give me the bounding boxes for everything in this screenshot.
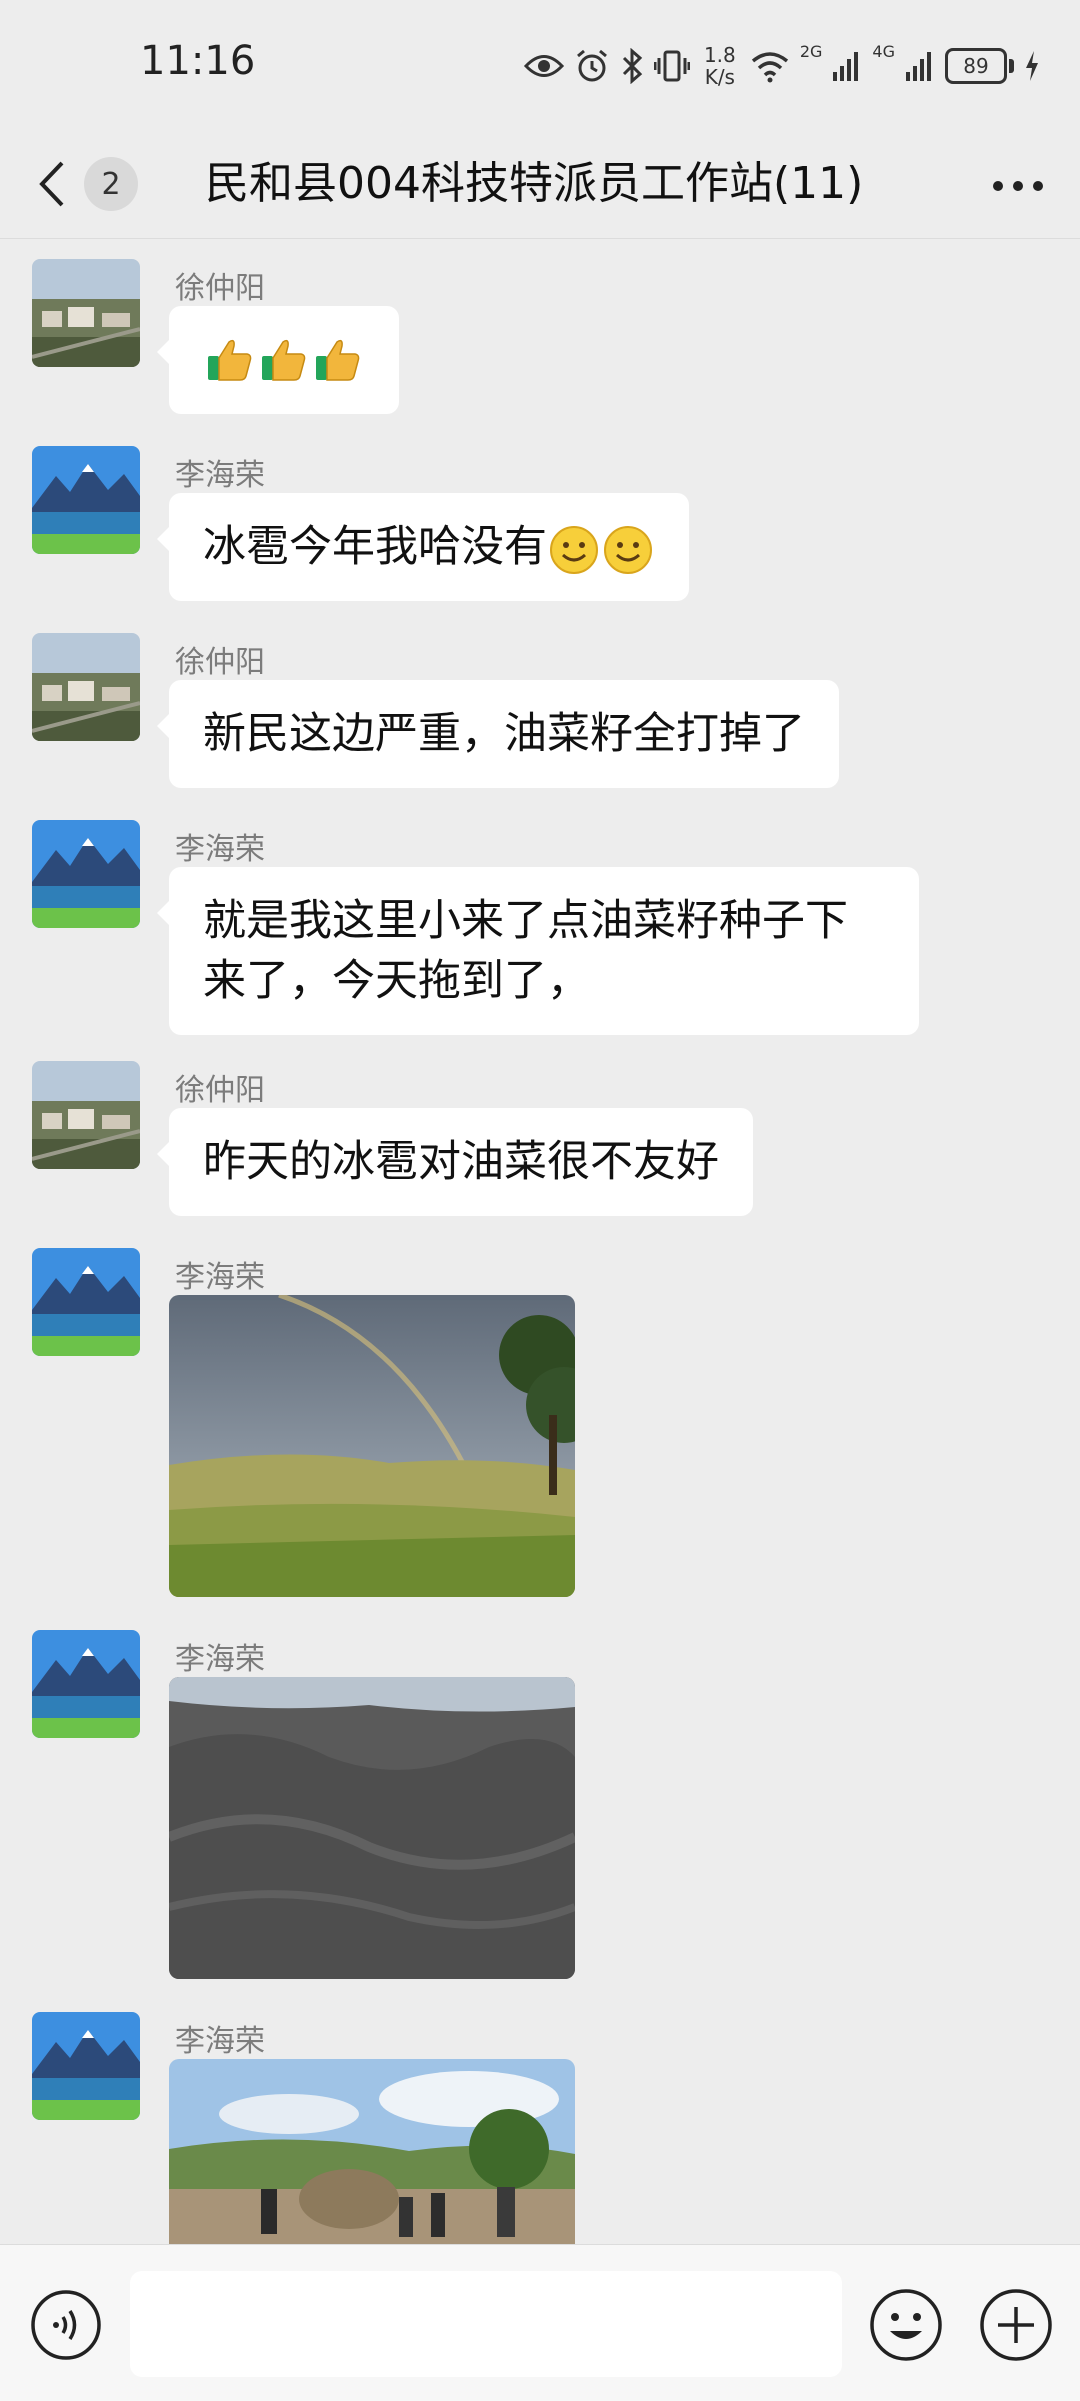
avatar[interactable]	[32, 1061, 140, 1169]
message-text: 冰雹今年我哈没有	[203, 522, 547, 572]
avatar[interactable]	[32, 2012, 140, 2120]
back-button[interactable]: 2	[36, 150, 196, 218]
unread-count-badge: 2	[84, 157, 138, 211]
more-options-button[interactable]	[986, 154, 1050, 218]
message-bubble[interactable]: 昨天的冰雹对油菜很不友好	[157, 1108, 753, 1216]
avatar[interactable]	[32, 1630, 140, 1738]
network-type-2: 4G	[872, 42, 895, 61]
sender-name: 李海荣	[175, 1260, 265, 1295]
message-bubble[interactable]: 冰雹今年我哈没有	[157, 493, 689, 601]
battery-level: 89	[945, 48, 1007, 84]
input-bar	[0, 2244, 1080, 2401]
bluetooth-icon	[622, 48, 643, 84]
message-input[interactable]	[130, 2271, 842, 2377]
status-icons: 1.8 K/s 2G 4G 89	[523, 40, 1040, 92]
message-text: 新民这边严重，油菜籽全打掉了	[203, 709, 805, 759]
smile-emoji-icon	[604, 525, 652, 574]
sender-name: 李海荣	[175, 458, 265, 493]
network-type-1: 2G	[799, 42, 823, 61]
battery-icon: 89	[945, 48, 1014, 84]
avatar[interactable]	[32, 259, 140, 367]
emoji-icon	[870, 2289, 942, 2361]
voice-icon	[31, 2290, 101, 2360]
charging-icon	[1026, 51, 1038, 81]
net-speed: 1.8 K/s	[700, 44, 740, 88]
thumbs-up-icon	[208, 339, 252, 381]
more-icon	[993, 181, 1043, 191]
sender-name: 李海荣	[175, 2024, 265, 2059]
message-text-line: 就是我这里小来了点油菜籽种子下	[203, 896, 848, 946]
message-list[interactable]: 徐仲阳 李海荣 冰雹今年我哈没有 徐仲阳 新民这边严重，油菜籽全打掉了 李海荣 …	[0, 239, 1080, 2244]
thumbs-up-icon	[262, 339, 306, 381]
avatar[interactable]	[32, 1248, 140, 1356]
emoji-button[interactable]	[868, 2287, 944, 2363]
avatar[interactable]	[32, 446, 140, 554]
smile-emoji-icon	[550, 525, 598, 574]
back-arrow-icon	[39, 161, 64, 207]
sender-name: 徐仲阳	[175, 271, 265, 306]
rainbow-field-photo[interactable]	[169, 1295, 575, 1597]
message-text: 昨天的冰雹对油菜很不友好	[203, 1137, 719, 1187]
wifi-icon	[751, 52, 788, 83]
message-text-line: 来了，今天拖到了，	[203, 956, 590, 1006]
status-bar: 11:16 1.8 K/s 2G 4G 89	[0, 0, 1080, 130]
net-speed-unit: K/s	[704, 65, 735, 89]
net-speed-value: 1.8	[703, 43, 736, 67]
thumbs-up-icon	[316, 339, 360, 381]
signal-icon	[906, 52, 931, 81]
message-bubble[interactable]: 就是我这里小来了点油菜籽种子下 来了，今天拖到了，	[157, 867, 919, 1035]
sender-name: 徐仲阳	[175, 645, 265, 680]
message-bubble[interactable]	[157, 306, 399, 414]
voice-input-button[interactable]	[30, 2289, 102, 2361]
avatar[interactable]	[32, 633, 140, 741]
rapeseed-pile-photo[interactable]	[169, 1677, 575, 1979]
sender-name: 李海荣	[175, 832, 265, 867]
status-time: 11:16	[140, 38, 256, 84]
chat-header: 2 民和县004科技特派员工作站(11)	[0, 130, 1080, 238]
more-functions-button[interactable]	[978, 2287, 1054, 2363]
threshing-workers-photo[interactable]	[169, 2059, 575, 2244]
sender-name: 徐仲阳	[175, 1073, 265, 1108]
sender-name: 李海荣	[175, 1642, 265, 1677]
vibrate-icon	[653, 50, 690, 82]
alarm-icon	[576, 49, 607, 82]
avatar[interactable]	[32, 820, 140, 928]
eye-icon	[523, 55, 564, 77]
message-bubble[interactable]: 新民这边严重，油菜籽全打掉了	[157, 680, 839, 788]
signal-icon	[833, 52, 859, 81]
chat-title: 民和县004科技特派员工作站(11)	[205, 158, 864, 209]
plus-icon	[980, 2289, 1052, 2361]
